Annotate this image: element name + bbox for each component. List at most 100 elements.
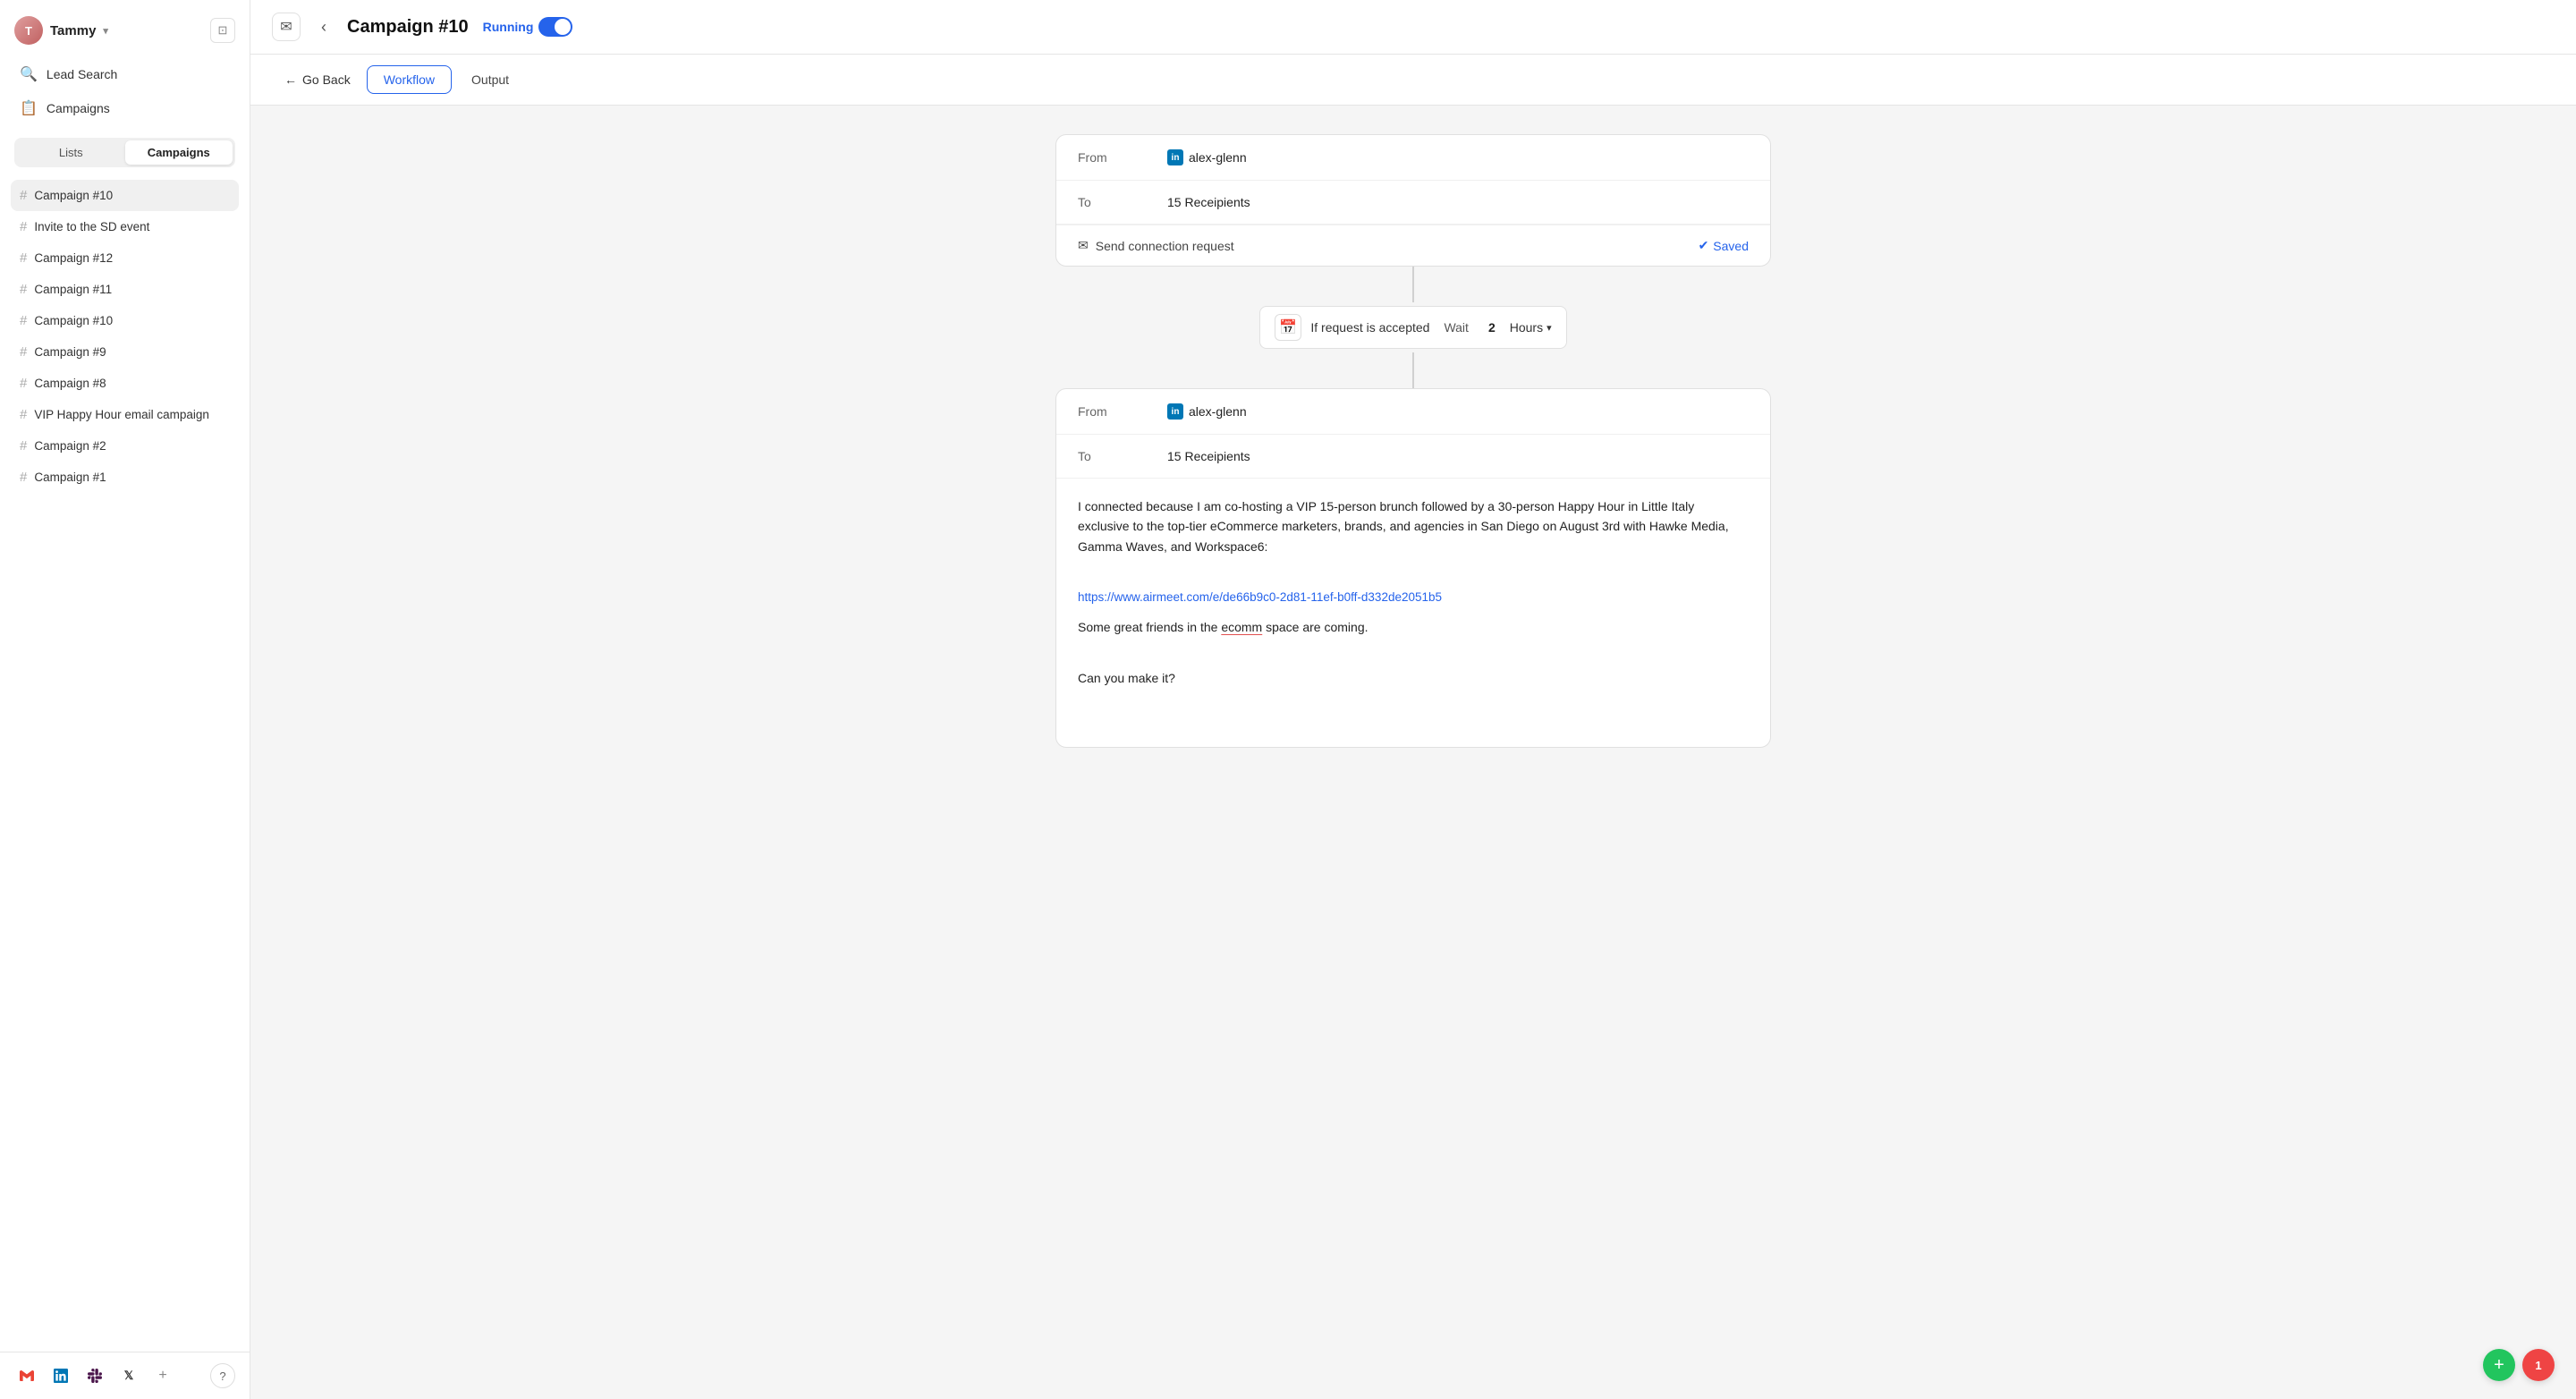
topbar: ✉ ‹ Campaign #10 Running — [250, 0, 2576, 55]
hash-icon: # — [20, 219, 27, 234]
from-label-2: From — [1078, 404, 1167, 419]
tab-workflow[interactable]: Workflow — [367, 65, 452, 94]
message-para-1: I connected because I am co-hosting a VI… — [1078, 496, 1749, 556]
hash-icon: # — [20, 188, 27, 203]
go-back-button[interactable]: ← Go Back — [272, 66, 363, 93]
gmail-icon[interactable] — [14, 1363, 39, 1388]
chevron-down-icon: ▾ — [103, 25, 108, 37]
underline-word: ecomm — [1221, 620, 1262, 634]
from-row: From in alex-glenn — [1056, 135, 1770, 181]
campaign-label: Campaign #1 — [34, 471, 106, 484]
list-campaign-tabs: Lists Campaigns — [14, 138, 235, 167]
step1-card: From in alex-glenn To 15 Receipients ✉ S… — [1055, 134, 1771, 267]
left-arrow-icon: ‹ — [321, 18, 326, 37]
subtabs: ← Go Back Workflow Output — [250, 55, 2576, 106]
campaign-item-8[interactable]: # Campaign #2 — [11, 430, 239, 462]
collapse-icon: ⊡ — [218, 23, 228, 38]
to-label: To — [1078, 195, 1167, 209]
tab-campaigns[interactable]: Campaigns — [125, 140, 233, 165]
sidebar-item-lead-search[interactable]: 🔍 Lead Search — [11, 57, 239, 91]
workflow-canvas: From in alex-glenn To 15 Receipients ✉ S… — [250, 106, 2576, 1399]
hash-icon: # — [20, 407, 27, 422]
sidebar: T Tammy ▾ ⊡ 🔍 Lead Search 📋 Campaigns Li… — [0, 0, 250, 1399]
user-info[interactable]: T Tammy ▾ — [14, 16, 108, 45]
calendar-icon: 📅 — [1275, 314, 1301, 341]
envelope-icon: ✉ — [280, 18, 292, 36]
action-text: Send connection request — [1096, 239, 1234, 253]
message-link[interactable]: https://www.airmeet.com/e/de66b9c0-2d81-… — [1078, 588, 1749, 607]
to-row: To 15 Receipients — [1056, 181, 1770, 225]
campaign-item-0[interactable]: # Campaign #10 — [11, 180, 239, 211]
status-label: Running — [483, 20, 534, 34]
twitter-icon[interactable]: 𝕏 — [116, 1363, 141, 1388]
hash-icon: # — [20, 282, 27, 297]
campaigns-icon: 📋 — [20, 99, 38, 117]
message-para-3: Some great friends in the ecomm space ar… — [1078, 617, 1749, 637]
hash-icon: # — [20, 344, 27, 360]
saved-label: Saved — [1713, 239, 1749, 253]
campaign-item-7[interactable]: # VIP Happy Hour email campaign — [11, 399, 239, 430]
toggle-knob — [555, 19, 571, 35]
message-para-4: Can you make it? — [1078, 668, 1749, 688]
campaign-item-5[interactable]: # Campaign #9 — [11, 336, 239, 368]
page-title: Campaign #10 — [347, 17, 469, 38]
condition-label: If request is accepted — [1310, 320, 1429, 335]
sidebar-item-campaigns[interactable]: 📋 Campaigns — [11, 91, 239, 125]
hash-icon: # — [20, 313, 27, 328]
unit-dropdown[interactable]: Hours ▾ — [1510, 320, 1552, 335]
wait-label: Wait — [1438, 320, 1473, 335]
search-icon: 🔍 — [20, 65, 38, 83]
campaign-item-1[interactable]: # Invite to the SD event — [11, 211, 239, 242]
from-row-2: From in alex-glenn — [1056, 389, 1770, 435]
campaign-item-6[interactable]: # Campaign #8 — [11, 368, 239, 399]
campaign-item-4[interactable]: # Campaign #10 — [11, 305, 239, 336]
to-row-2: To 15 Receipients — [1056, 435, 1770, 479]
campaign-label: Campaign #10 — [34, 189, 113, 202]
left-arrow-icon: ← — [284, 72, 297, 87]
campaign-item-9[interactable]: # Campaign #1 — [11, 462, 239, 493]
linkedin-icon[interactable] — [48, 1363, 73, 1388]
campaign-item-2[interactable]: # Campaign #12 — [11, 242, 239, 274]
topbar-back-button[interactable]: ‹ — [311, 14, 336, 39]
action-label: ✉ Send connection request — [1078, 238, 1234, 253]
sidebar-header: T Tammy ▾ ⊡ — [0, 0, 250, 54]
connector-line-bottom — [1412, 352, 1414, 388]
tab-output[interactable]: Output — [455, 66, 525, 93]
campaign-label: VIP Happy Hour email campaign — [34, 408, 209, 421]
from-value-2: in alex-glenn — [1167, 403, 1247, 420]
slack-icon[interactable] — [82, 1363, 107, 1388]
hash-icon: # — [20, 250, 27, 266]
linkedin-icon: in — [1167, 149, 1183, 165]
campaign-label: Campaign #8 — [34, 377, 106, 390]
campaign-label: Invite to the SD event — [34, 220, 149, 233]
envelope-icon: ✉ — [1078, 238, 1089, 253]
campaign-label: Campaign #9 — [34, 345, 106, 359]
add-step-button[interactable]: + — [2483, 1349, 2515, 1381]
running-toggle[interactable] — [538, 17, 572, 37]
to-value-2: 15 Receipients — [1167, 449, 1250, 463]
from-value: in alex-glenn — [1167, 149, 1247, 165]
sidebar-collapse-button[interactable]: ⊡ — [210, 18, 235, 43]
go-back-label: Go Back — [302, 72, 351, 87]
notification-badge[interactable]: 1 — [2522, 1349, 2555, 1381]
to-label-2: To — [1078, 449, 1167, 463]
sidebar-item-label: Lead Search — [47, 67, 117, 81]
from-label: From — [1078, 150, 1167, 165]
campaign-item-3[interactable]: # Campaign #11 — [11, 274, 239, 305]
help-button[interactable]: ? — [210, 1363, 235, 1388]
recipients-count: 15 Receipients — [1167, 195, 1250, 209]
add-integration-icon[interactable]: + — [150, 1363, 175, 1388]
recipients-count-2: 15 Receipients — [1167, 449, 1250, 463]
message-body[interactable]: I connected because I am co-hosting a VI… — [1056, 479, 1770, 747]
wait-number: 2 — [1483, 320, 1501, 335]
mail-icon[interactable]: ✉ — [272, 13, 301, 41]
tab-lists[interactable]: Lists — [17, 140, 125, 165]
from-account-2: alex-glenn — [1189, 404, 1247, 419]
check-icon: ✔ — [1699, 238, 1709, 253]
connector-middle: 📅 If request is accepted Wait 2 Hours ▾ — [1259, 306, 1566, 349]
sidebar-bottom: 𝕏 + ? — [0, 1352, 250, 1399]
connector-line-top — [1412, 267, 1414, 302]
plus-icon: + — [2494, 1355, 2504, 1376]
to-value: 15 Receipients — [1167, 195, 1250, 209]
workflow-connector: 📅 If request is accepted Wait 2 Hours ▾ — [1055, 267, 1771, 388]
